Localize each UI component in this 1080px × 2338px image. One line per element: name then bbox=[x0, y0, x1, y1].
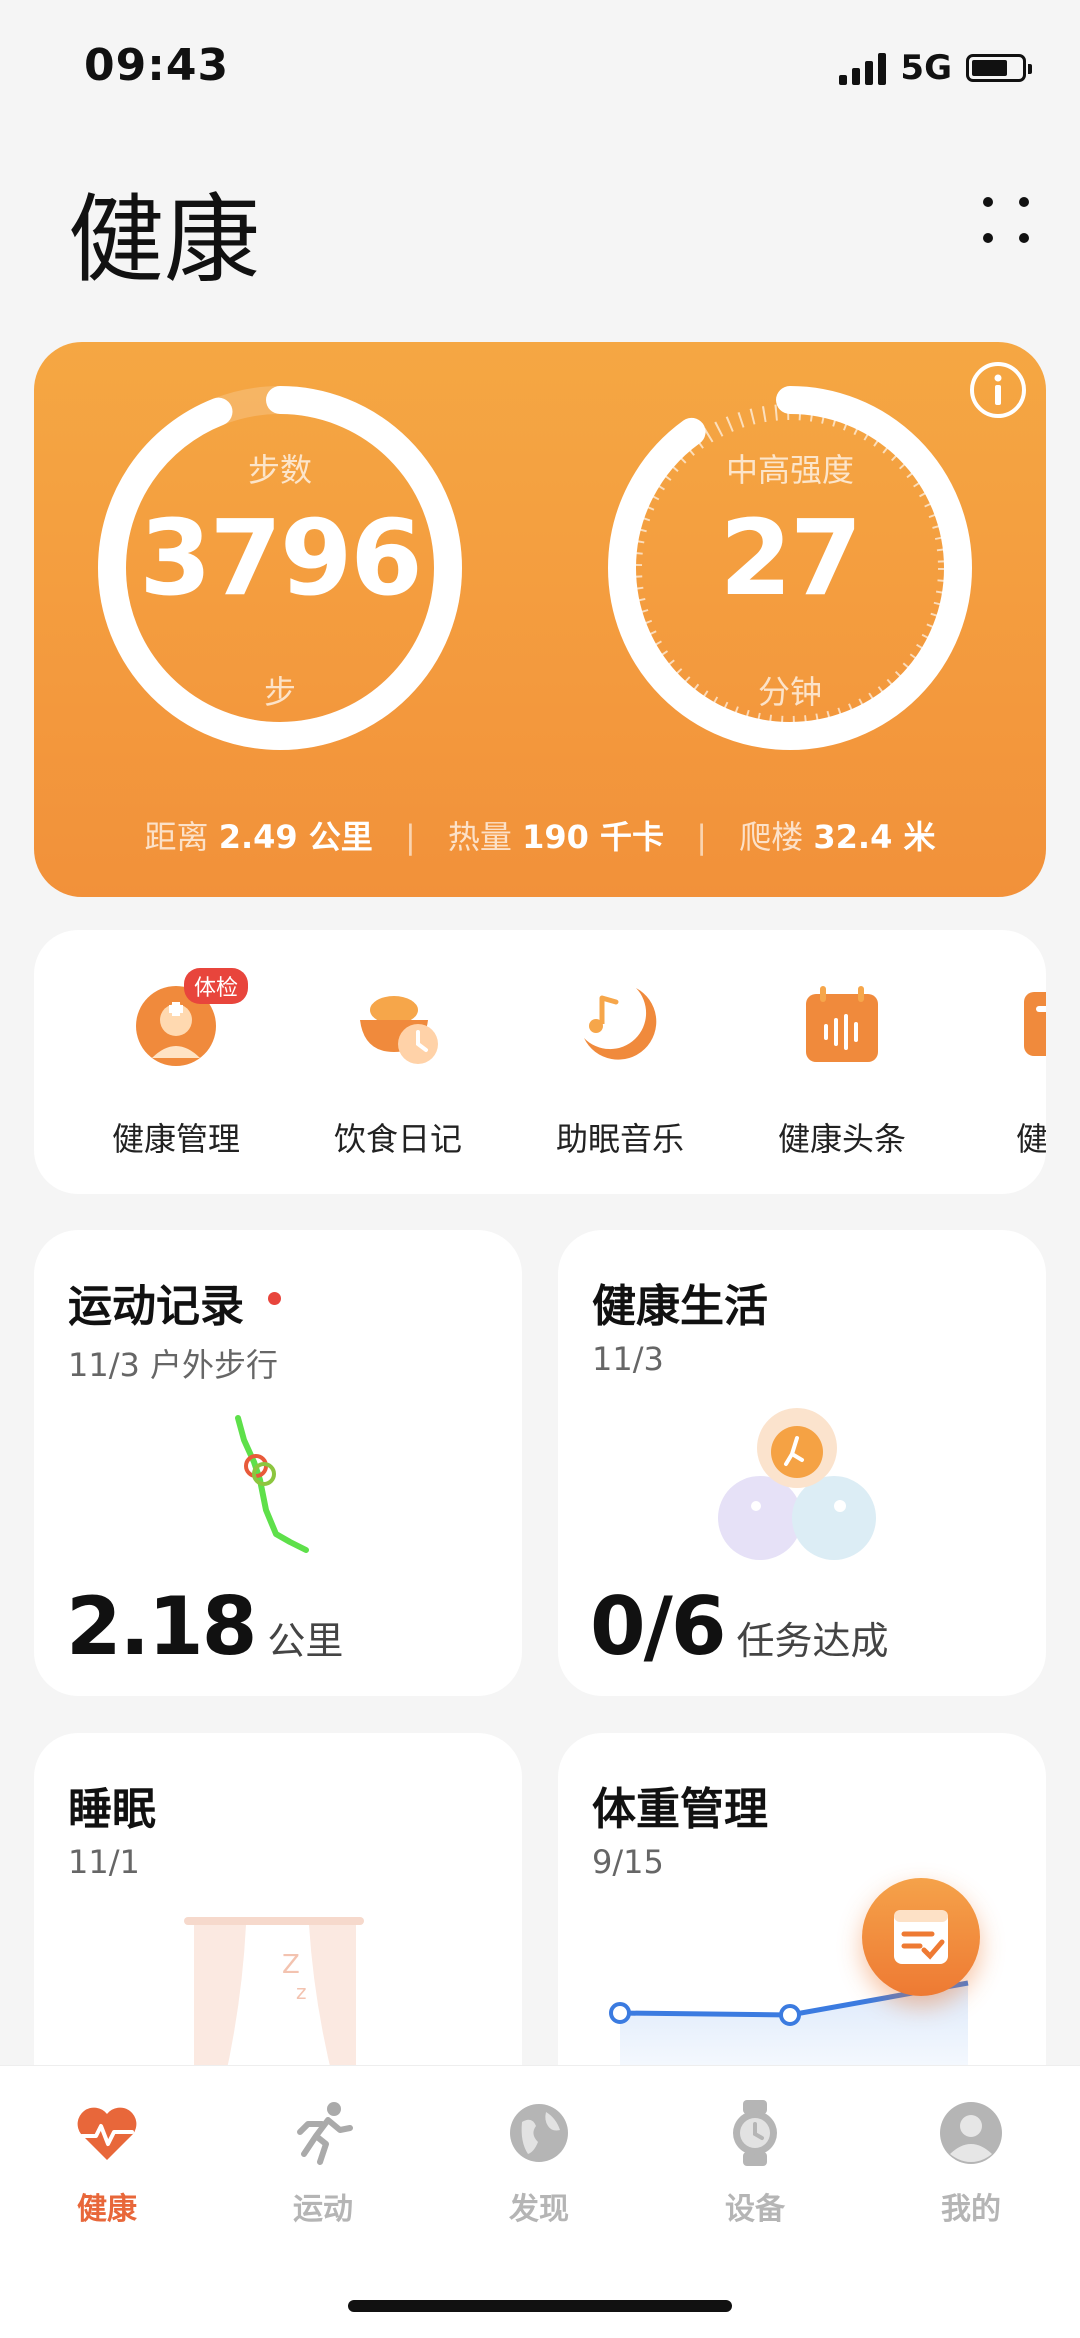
distance-label: 距离 bbox=[144, 818, 209, 856]
heart-pulse-icon bbox=[77, 2107, 137, 2160]
exercise-distance: 2.18 公里 bbox=[66, 1580, 343, 1673]
card-subtitle: 11/3 户外步行 bbox=[68, 1346, 279, 1384]
card-title: 运动记录 bbox=[68, 1281, 244, 1332]
steps-value: 3796 bbox=[139, 497, 422, 619]
nav-label: 发现 bbox=[509, 2192, 569, 2227]
nav-label: 运动 bbox=[293, 2192, 353, 2227]
checkup-badge: 体检 bbox=[184, 968, 249, 1004]
activity-card[interactable]: 步数 3796 步 中高强度 27 分钟 距离 2.49 公里 | 热量 190… bbox=[34, 342, 1046, 897]
exercise-record-card[interactable]: 运动记录 11/3 户外步行 2.18 公里 bbox=[34, 1230, 522, 1696]
curtain-icon: Z z bbox=[184, 1917, 364, 2083]
svg-text:Z: Z bbox=[282, 1950, 300, 1980]
life-tasks-icon bbox=[718, 1408, 876, 1560]
watch-icon bbox=[733, 2100, 777, 2166]
moon-music-icon bbox=[576, 980, 664, 1068]
card-title: 体重管理 bbox=[592, 1784, 768, 1835]
status-time: 09:43 bbox=[84, 40, 230, 91]
shortcut-health-management[interactable]: 体检 健康管理 bbox=[66, 968, 286, 1160]
nav-label: 健康 bbox=[77, 2192, 137, 2227]
globe-icon bbox=[510, 2104, 568, 2162]
food-bowl-icon bbox=[354, 980, 442, 1068]
record-fab-button[interactable] bbox=[862, 1878, 980, 1996]
card-subtitle: 11/1 bbox=[68, 1843, 140, 1881]
runner-icon bbox=[297, 2102, 353, 2165]
shortcut-diet-diary[interactable]: 饮食日记 bbox=[288, 980, 508, 1160]
life-progress: 0/6 任务达成 bbox=[590, 1580, 889, 1673]
nav-label: 设备 bbox=[725, 2192, 785, 2227]
nav-exercise[interactable]: 运动 bbox=[223, 2098, 423, 2228]
battery-icon bbox=[966, 54, 1032, 82]
nav-profile[interactable]: 我的 bbox=[871, 2098, 1071, 2228]
doctor-icon: 体检 bbox=[132, 968, 249, 1068]
nav-label: 我的 bbox=[941, 2192, 1001, 2227]
life-value: 0/6 bbox=[590, 1580, 727, 1673]
steps-unit: 步 bbox=[263, 673, 296, 711]
signal-icon bbox=[839, 51, 887, 85]
bottom-nav: 健康 运动 发现 设备 我的 bbox=[0, 2065, 1080, 2338]
steps-label: 步数 bbox=[247, 451, 312, 489]
svg-text:z: z bbox=[296, 1980, 307, 2004]
shortcuts-bar: 体检 健康管理 饮食日记 助眠音乐 健康头条 健 bbox=[34, 930, 1046, 1194]
new-dot bbox=[268, 1292, 281, 1305]
shortcut-label: 助眠音乐 bbox=[555, 1120, 684, 1158]
page-title: 健康 bbox=[68, 184, 260, 296]
distance-value: 2.49 公里 bbox=[218, 818, 373, 856]
calories-label: 热量 bbox=[447, 818, 512, 856]
exercise-unit: 公里 bbox=[267, 1619, 344, 1663]
shortcut-label: 健康管理 bbox=[111, 1120, 240, 1158]
status-icons: 5G bbox=[839, 48, 1032, 88]
profile-icon bbox=[940, 2102, 1002, 2164]
shortcut-label: 饮食日记 bbox=[333, 1120, 462, 1158]
calories-value: 190 千卡 bbox=[522, 818, 665, 856]
home-indicator[interactable] bbox=[348, 2300, 732, 2312]
fitness-card-icon bbox=[1020, 980, 1046, 1068]
card-subtitle: 9/15 bbox=[592, 1843, 664, 1881]
intensity-label: 中高强度 bbox=[725, 451, 854, 489]
audio-calendar-icon bbox=[798, 980, 886, 1068]
route-map-icon bbox=[235, 1415, 309, 1553]
healthy-life-card[interactable]: 健康生活 11/3 0/6 任务达成 bbox=[558, 1230, 1046, 1696]
life-unit: 任务达成 bbox=[736, 1619, 889, 1663]
exercise-value: 2.18 bbox=[66, 1580, 257, 1673]
card-title: 健康生活 bbox=[592, 1281, 768, 1332]
shortcut-fitness[interactable]: 健身好 bbox=[954, 980, 1046, 1160]
nav-health[interactable]: 健康 bbox=[7, 2098, 207, 2228]
nav-discover[interactable]: 发现 bbox=[439, 2098, 639, 2228]
card-subtitle: 11/3 bbox=[592, 1340, 664, 1378]
card-title: 睡眠 bbox=[68, 1784, 156, 1835]
intensity-value: 27 bbox=[719, 497, 863, 619]
more-icon[interactable] bbox=[976, 190, 1036, 250]
checklist-icon bbox=[894, 1910, 948, 1964]
shortcut-health-news[interactable]: 健康头条 bbox=[732, 980, 952, 1160]
sleep-card[interactable]: 睡眠 11/1 Z z bbox=[34, 1733, 522, 2113]
shortcut-label: 健身好 bbox=[1015, 1120, 1046, 1158]
network-type: 5G bbox=[900, 48, 952, 88]
activity-summary: 距离 2.49 公里 | 热量 190 千卡 | 爬楼 32.4 米 bbox=[144, 818, 936, 856]
shortcut-label: 健康头条 bbox=[777, 1120, 906, 1158]
intensity-unit: 分钟 bbox=[757, 673, 822, 711]
shortcut-sleep-music[interactable]: 助眠音乐 bbox=[510, 980, 730, 1160]
floors-label: 爬楼 bbox=[739, 818, 804, 856]
nav-devices[interactable]: 设备 bbox=[655, 2098, 855, 2228]
floors-value: 32.4 米 bbox=[813, 818, 936, 856]
